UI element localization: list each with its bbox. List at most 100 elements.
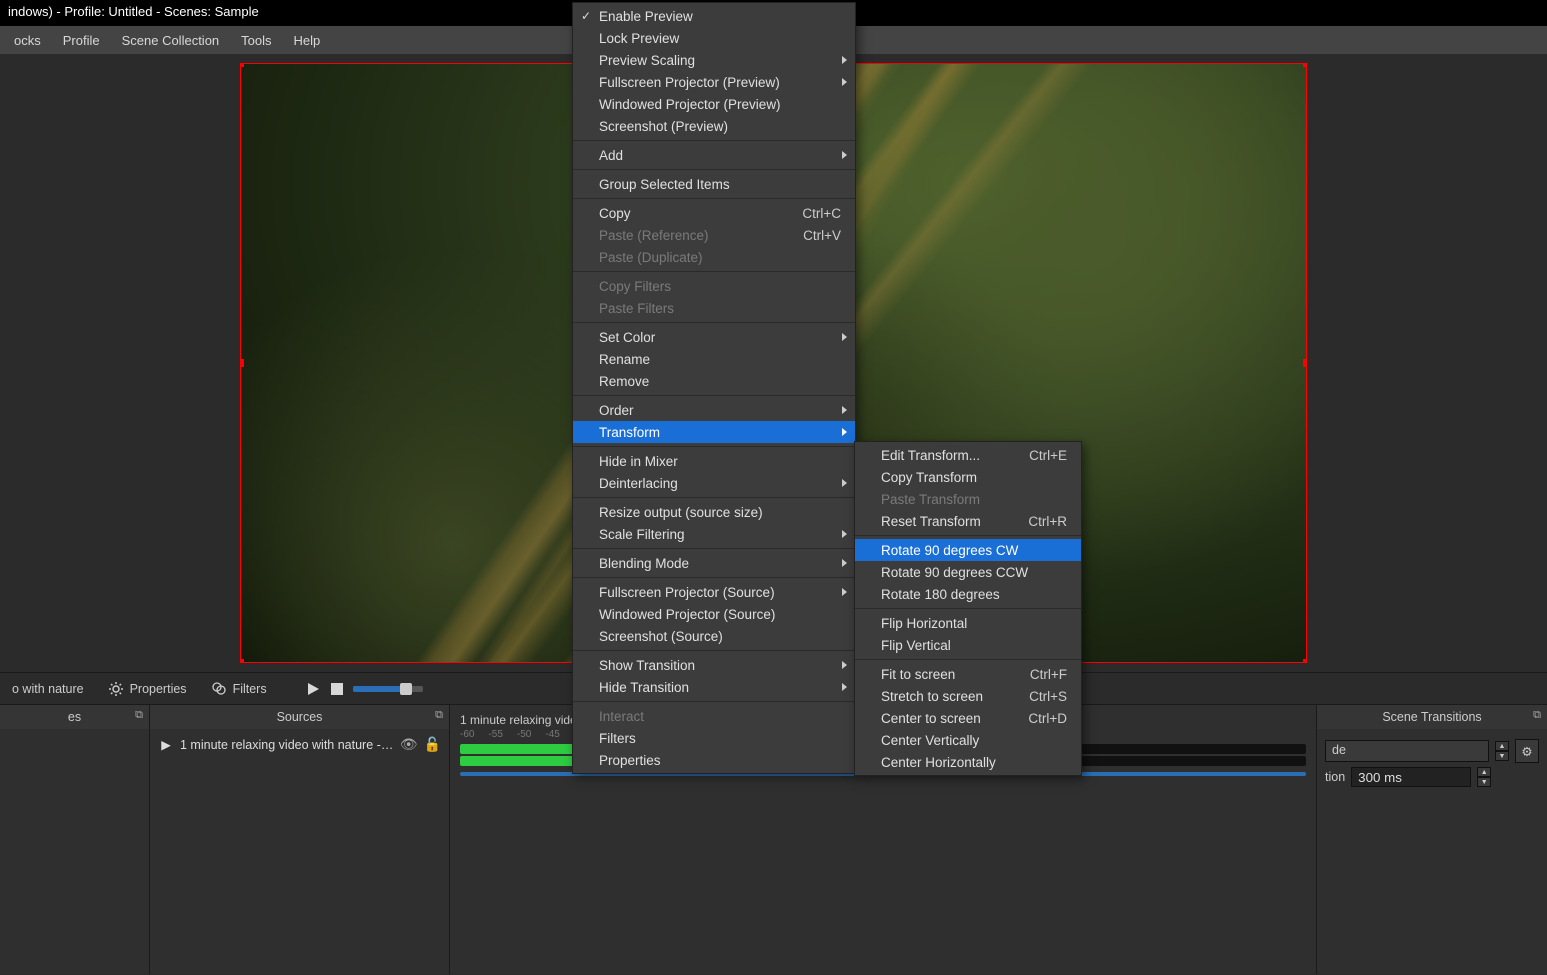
lock-toggle-icon[interactable]: 🔓 <box>424 736 441 753</box>
properties-label: Properties <box>130 682 187 696</box>
ctx-item-order[interactable]: Order <box>573 399 855 421</box>
sub-item-rotate-90-degrees-ccw[interactable]: Rotate 90 degrees CCW <box>855 561 1081 583</box>
ctx-item-properties[interactable]: Properties <box>573 749 855 771</box>
ctx-item-resize-output-source-size[interactable]: Resize output (source size) <box>573 501 855 523</box>
volume-thumb[interactable] <box>400 683 412 695</box>
menu-scene-collection[interactable]: Scene Collection <box>112 29 230 52</box>
sub-item-fit-to-screen[interactable]: Fit to screen Ctrl+F <box>855 663 1081 685</box>
selection-handle-mr[interactable] <box>1303 359 1307 367</box>
submenu-arrow-icon <box>842 56 847 64</box>
ctx-item-blending-mode[interactable]: Blending Mode <box>573 552 855 574</box>
menu-help[interactable]: Help <box>284 29 331 52</box>
selection-handle-bl[interactable] <box>240 659 244 663</box>
sources-popout-icon[interactable]: ⧉ <box>435 709 443 722</box>
chevron-down-icon[interactable]: ▼ <box>1495 751 1509 761</box>
ctx-item-lock-preview[interactable]: Lock Preview <box>573 27 855 49</box>
ctx-item-screenshot-preview[interactable]: Screenshot (Preview) <box>573 115 855 137</box>
ctx-item-windowed-projector-preview[interactable]: Windowed Projector (Preview) <box>573 93 855 115</box>
menu-item-label: Interact <box>599 709 644 724</box>
ctx-item-remove[interactable]: Remove <box>573 370 855 392</box>
menu-tools[interactable]: Tools <box>231 29 281 52</box>
properties-button[interactable]: Properties <box>100 677 195 701</box>
menu-item-label: Show Transition <box>599 658 695 673</box>
ctx-item-hide-in-mixer[interactable]: Hide in Mixer <box>573 450 855 472</box>
menu-item-label: Hide Transition <box>599 680 689 695</box>
ctx-item-preview-scaling[interactable]: Preview Scaling <box>573 49 855 71</box>
chevron-up-icon[interactable]: ▲ <box>1477 767 1491 777</box>
play-button[interactable] <box>305 681 321 697</box>
selection-handle-tr[interactable] <box>1303 63 1307 67</box>
ctx-item-scale-filtering[interactable]: Scale Filtering <box>573 523 855 545</box>
ctx-item-paste-filters: Paste Filters <box>573 297 855 319</box>
ctx-separator <box>573 322 855 323</box>
stop-button[interactable] <box>329 681 345 697</box>
sub-item-flip-horizontal[interactable]: Flip Horizontal <box>855 612 1081 634</box>
menu-item-shortcut: Ctrl+R <box>988 514 1067 529</box>
menu-item-label: Rotate 90 degrees CW <box>881 543 1018 558</box>
ctx-item-enable-preview[interactable]: ✓Enable Preview <box>573 5 855 27</box>
menu-item-shortcut: Ctrl+F <box>990 667 1067 682</box>
selection-handle-br[interactable] <box>1303 659 1307 663</box>
ctx-item-paste-reference: Paste (Reference)Ctrl+V <box>573 224 855 246</box>
sub-item-flip-vertical[interactable]: Flip Vertical <box>855 634 1081 656</box>
scenes-popout-icon[interactable]: ⧉ <box>135 709 143 722</box>
ctx-item-set-color[interactable]: Set Color <box>573 326 855 348</box>
menu-profile[interactable]: Profile <box>53 29 110 52</box>
menu-item-label: Edit Transform... <box>881 448 980 463</box>
menu-item-label: Flip Vertical <box>881 638 951 653</box>
sub-item-rotate-90-degrees-cw[interactable]: Rotate 90 degrees CW <box>855 539 1081 561</box>
transition-select[interactable]: de <box>1325 740 1489 762</box>
menu-item-label: Fit to screen <box>881 667 955 682</box>
ctx-item-filters[interactable]: Filters <box>573 727 855 749</box>
sub-item-rotate-180-degrees[interactable]: Rotate 180 degrees <box>855 583 1081 605</box>
submenu-arrow-icon <box>842 406 847 414</box>
ctx-item-fullscreen-projector-source[interactable]: Fullscreen Projector (Source) <box>573 581 855 603</box>
transform-submenu[interactable]: Edit Transform...Ctrl+ECopy Transform Pas… <box>854 441 1082 776</box>
sub-item-edit-transform[interactable]: Edit Transform...Ctrl+E <box>855 444 1081 466</box>
selection-handle-ml[interactable] <box>240 359 244 367</box>
ctx-item-screenshot-source[interactable]: Screenshot (Source) <box>573 625 855 647</box>
gear-icon: ⚙ <box>1521 744 1532 759</box>
chevron-up-icon[interactable]: ▲ <box>1495 741 1509 751</box>
menu-item-label: Windowed Projector (Preview) <box>599 97 781 112</box>
ctx-item-rename[interactable]: Rename <box>573 348 855 370</box>
source-row[interactable]: ▶ 1 minute relaxing video with nature - … <box>154 733 445 756</box>
ctx-item-show-transition[interactable]: Show Transition <box>573 654 855 676</box>
ctx-item-transform[interactable]: Transform <box>573 421 855 443</box>
sub-item-reset-transform[interactable]: Reset TransformCtrl+R <box>855 510 1081 532</box>
gear-icon <box>108 681 124 697</box>
filters-button[interactable]: Filters <box>203 677 275 701</box>
visibility-toggle-icon[interactable]: 👁 <box>400 736 418 753</box>
duration-input[interactable] <box>1351 767 1471 787</box>
ctx-separator <box>573 140 855 141</box>
duration-spinner[interactable]: ▲ ▼ <box>1477 767 1491 787</box>
menu-item-label: Stretch to screen <box>881 689 983 704</box>
ctx-item-hide-transition[interactable]: Hide Transition <box>573 676 855 698</box>
transition-settings-button[interactable]: ⚙ <box>1515 739 1539 763</box>
menu-item-label: Paste Transform <box>881 492 980 507</box>
sub-item-center-horizontally[interactable]: Center Horizontally <box>855 751 1081 773</box>
transitions-popout-icon[interactable]: ⧉ <box>1533 709 1541 722</box>
menu-item-label: Add <box>599 148 623 163</box>
menu-docks[interactable]: ocks <box>4 29 51 52</box>
ctx-item-fullscreen-projector-preview[interactable]: Fullscreen Projector (Preview) <box>573 71 855 93</box>
ctx-item-windowed-projector-source[interactable]: Windowed Projector (Source) <box>573 603 855 625</box>
preview-context-menu[interactable]: ✓Enable PreviewLock PreviewPreview Scali… <box>572 2 856 774</box>
volume-slider[interactable] <box>353 686 423 692</box>
menu-item-shortcut: Ctrl+C <box>762 206 841 221</box>
ctx-item-add[interactable]: Add <box>573 144 855 166</box>
sub-item-center-vertically[interactable]: Center Vertically <box>855 729 1081 751</box>
sub-item-center-to-screen[interactable]: Center to screenCtrl+D <box>855 707 1081 729</box>
submenu-arrow-icon <box>842 428 847 436</box>
source-item-label: 1 minute relaxing video with nature - A … <box>180 738 394 752</box>
selection-handle-tl[interactable] <box>240 63 244 67</box>
scenes-body[interactable] <box>0 729 149 974</box>
ctx-item-deinterlacing[interactable]: Deinterlacing <box>573 472 855 494</box>
transition-select-spinner[interactable]: ▲ ▼ <box>1495 741 1509 761</box>
ctx-item-copy[interactable]: CopyCtrl+C <box>573 202 855 224</box>
sub-item-stretch-to-screen[interactable]: Stretch to screenCtrl+S <box>855 685 1081 707</box>
sources-body: ▶ 1 minute relaxing video with nature - … <box>150 729 449 974</box>
chevron-down-icon[interactable]: ▼ <box>1477 777 1491 787</box>
ctx-item-group-selected-items[interactable]: Group Selected Items <box>573 173 855 195</box>
sub-item-copy-transform[interactable]: Copy Transform <box>855 466 1081 488</box>
